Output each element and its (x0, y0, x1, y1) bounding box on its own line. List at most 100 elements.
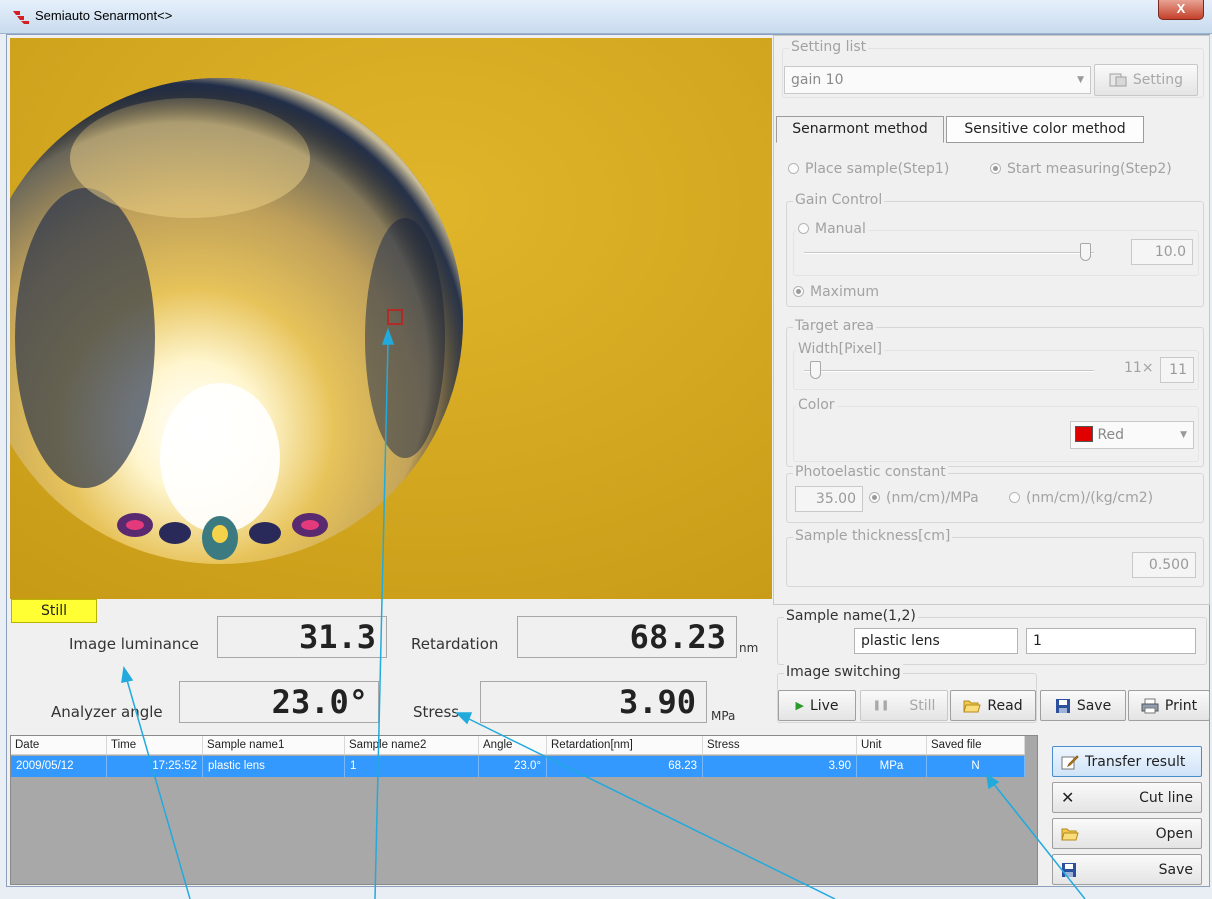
radio-off-icon (1009, 492, 1020, 503)
width-slider-thumb[interactable] (810, 361, 821, 379)
still-label: Still (909, 697, 936, 714)
pause-icon: ❚❚ (872, 700, 890, 711)
sample-name-group: Sample name(1,2) plastic lens 1 (777, 608, 1207, 665)
unit1-label: (nm/cm)/MPa (886, 490, 979, 506)
width-label: Width[Pixel] (796, 341, 884, 357)
retardation-label: Retardation (411, 635, 499, 653)
sample-thickness-group: Sample thickness[cm] 0.500 (786, 528, 1204, 587)
stress-unit: MPa (711, 709, 736, 723)
sample-thickness-label: Sample thickness[cm] (793, 528, 953, 544)
save-button[interactable]: Save (1040, 690, 1126, 721)
column-header-date[interactable]: Date (11, 736, 107, 755)
save-table-label: Save (1158, 861, 1193, 878)
table-row[interactable]: 2009/05/12 17:25:52 plastic lens 1 23.0°… (11, 756, 1025, 777)
transfer-result-label: Transfer result (1085, 753, 1186, 770)
printer-icon (1141, 698, 1159, 713)
tab-sensitive-color-method[interactable]: Sensitive color method (946, 116, 1144, 143)
camera-image-view[interactable] (10, 38, 772, 599)
properties-icon (1109, 73, 1127, 87)
cell-saved-file: N (927, 756, 1025, 777)
step1-radio[interactable]: Place sample(Step1) (788, 161, 949, 177)
open-button[interactable]: Open (1052, 818, 1202, 849)
analyzer-angle-value: 23.0° (179, 681, 379, 723)
manual-radio[interactable]: Manual (796, 221, 868, 237)
column-header-angle[interactable]: Angle (479, 736, 547, 755)
column-header-retardation[interactable]: Retardation[nm] (547, 736, 703, 755)
width-group: Width[Pixel] 11× 11 (793, 341, 1199, 390)
column-header-time[interactable]: Time (107, 736, 203, 755)
setting-button[interactable]: Setting (1094, 64, 1198, 96)
column-header-stress[interactable]: Stress (703, 736, 857, 755)
cut-line-label: Cut line (1139, 789, 1193, 806)
chevron-down-icon: ▼ (1180, 430, 1187, 440)
step2-radio[interactable]: Start measuring(Step2) (990, 161, 1172, 177)
open-label: Open (1155, 825, 1193, 842)
cell-stress: 3.90 (703, 756, 857, 777)
target-area-group: Target area Width[Pixel] 11× 11 Color Re… (786, 318, 1204, 467)
color-swatch (1075, 426, 1093, 442)
print-button[interactable]: Print (1128, 690, 1210, 721)
maximum-radio[interactable]: Maximum (793, 284, 879, 300)
cell-unit: MPa (857, 756, 927, 777)
radio-on-icon (869, 492, 880, 503)
unit2-radio[interactable]: (nm/cm)/(kg/cm2) (1009, 490, 1153, 506)
read-label: Read (987, 697, 1023, 714)
app-logo-icon (13, 11, 29, 24)
width-value-field[interactable]: 11 (1160, 357, 1194, 383)
sample-thickness-field[interactable]: 0.500 (1132, 552, 1196, 578)
transfer-result-button[interactable]: Transfer result (1052, 746, 1202, 777)
live-button[interactable]: ▶ Live (778, 690, 856, 721)
results-table[interactable]: Date Time Sample name1 Sample name2 Angl… (10, 735, 1038, 885)
column-header-sample-name1[interactable]: Sample name1 (203, 736, 345, 755)
column-header-saved-file[interactable]: Saved file (927, 736, 1025, 755)
retardation-unit: nm (739, 641, 759, 655)
column-header-sample-name2[interactable]: Sample name2 (345, 736, 479, 755)
step2-label: Start measuring(Step2) (1007, 161, 1172, 177)
cell-sample-name1: plastic lens (203, 756, 345, 777)
cell-angle: 23.0° (479, 756, 547, 777)
main-window: Still Image luminance 31.3 Retardation 6… (6, 34, 1210, 887)
cell-time: 17:25:52 (107, 756, 203, 777)
width-text: 11× (1124, 360, 1154, 376)
cut-line-button[interactable]: ✕ Cut line (1052, 782, 1202, 813)
settings-panel: Setting list gain 10 ▼ Setting Senarmont… (773, 35, 1210, 605)
title-bar: Semiauto Senarmont<> X (0, 0, 1212, 34)
cell-retardation: 68.23 (547, 756, 703, 777)
gain-value-field[interactable]: 10.0 (1131, 239, 1193, 265)
setting-button-label: Setting (1132, 72, 1184, 88)
print-label: Print (1164, 697, 1198, 714)
target-area-label: Target area (793, 318, 876, 334)
folder-open-icon (963, 700, 982, 712)
still-button[interactable]: ❚❚ Still (860, 690, 948, 721)
photoelastic-value-field[interactable]: 35.00 (795, 486, 863, 512)
save-table-button[interactable]: Save (1052, 854, 1202, 885)
chevron-down-icon: ▼ (1077, 75, 1084, 85)
read-button[interactable]: Read (950, 690, 1036, 721)
analyzer-angle-label: Analyzer angle (51, 703, 163, 721)
color-label: Color (796, 397, 837, 413)
unit2-label: (nm/cm)/(kg/cm2) (1026, 490, 1154, 506)
play-icon: ▶ (795, 699, 804, 712)
folder-open-icon (1061, 828, 1079, 840)
lens-image (10, 38, 772, 599)
gain-control-group: Gain Control Manual 10.0 Maximum (786, 192, 1204, 307)
manual-group: Manual 10.0 (793, 221, 1199, 276)
save-label: Save (1076, 697, 1112, 714)
sample-name2-input[interactable]: 1 (1026, 628, 1196, 654)
gain-control-label: Gain Control (793, 192, 885, 208)
close-x-icon: ✕ (1061, 788, 1075, 807)
tab-senarmont-method[interactable]: Senarmont method (776, 116, 944, 143)
gain-slider-thumb[interactable] (1080, 243, 1091, 261)
width-slider-track (804, 370, 1094, 372)
retardation-value: 68.23 (517, 616, 737, 658)
gain-slider-track (804, 252, 1094, 254)
radio-on-icon (990, 163, 1001, 174)
sample-name1-input[interactable]: plastic lens (854, 628, 1018, 654)
close-button[interactable]: X (1158, 0, 1204, 20)
floppy-disk-icon (1062, 862, 1076, 877)
color-select[interactable]: Red ▼ (1070, 421, 1194, 449)
live-label: Live (809, 697, 839, 714)
column-header-unit[interactable]: Unit (857, 736, 927, 755)
unit1-radio[interactable]: (nm/cm)/MPa (869, 490, 979, 506)
setting-list-select[interactable]: gain 10 ▼ (784, 66, 1091, 94)
